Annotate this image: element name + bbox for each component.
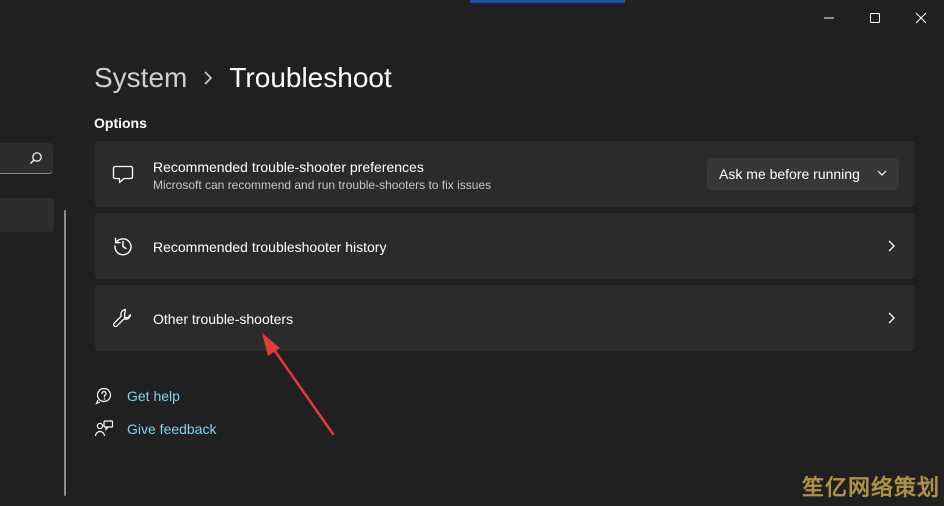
dropdown-value: Ask me before running <box>719 166 860 182</box>
maximize-icon <box>870 13 880 23</box>
minimize-button[interactable] <box>806 0 852 36</box>
minimize-icon <box>824 17 834 19</box>
page-title: Troubleshoot <box>229 62 392 93</box>
chevron-down-icon <box>877 170 887 176</box>
card-troubleshooter-preferences: Recommended trouble-shooter preferences … <box>95 141 915 207</box>
search-icon <box>30 152 42 164</box>
card-troubleshooter-history[interactable]: Recommended troubleshooter history <box>95 213 915 279</box>
card-description: Microsoft can recommend and run trouble-… <box>153 178 492 192</box>
chevron-right-icon <box>888 312 895 324</box>
feedback-icon <box>94 420 114 437</box>
nav-search-box[interactable] <box>0 143 53 174</box>
watermark-text: 笙亿网络策划 <box>801 475 940 500</box>
maximize-button[interactable] <box>852 0 898 36</box>
window-controls <box>806 0 944 36</box>
give-feedback-label: Give feedback <box>127 421 217 437</box>
close-button[interactable] <box>898 0 944 36</box>
get-help-link[interactable]: Get help <box>94 386 180 406</box>
chevron-right-icon <box>888 240 895 252</box>
nav-selected-item[interactable] <box>0 198 54 232</box>
history-icon <box>114 237 132 256</box>
top-accent-line <box>470 0 625 3</box>
card-title: Other trouble-shooters <box>153 311 294 327</box>
breadcrumb-parent[interactable]: System <box>94 62 187 94</box>
give-feedback-link[interactable]: Give feedback <box>94 419 217 439</box>
card-title: Recommended troubleshooter history <box>153 239 387 255</box>
wrench-icon <box>113 308 132 328</box>
breadcrumb: System Troubleshoot <box>94 58 392 98</box>
card-title: Recommended trouble-shooter preferences <box>153 159 424 175</box>
chevron-right-icon <box>203 71 213 85</box>
get-help-label: Get help <box>127 388 180 404</box>
preference-dropdown[interactable]: Ask me before running <box>707 158 899 190</box>
help-icon <box>95 387 112 405</box>
section-label-options: Options <box>94 115 147 131</box>
card-other-troubleshooters[interactable]: Other trouble-shooters <box>95 285 915 351</box>
nav-scrollbar[interactable] <box>64 210 66 496</box>
chat-bubble-icon <box>112 165 134 184</box>
close-icon <box>915 12 927 24</box>
